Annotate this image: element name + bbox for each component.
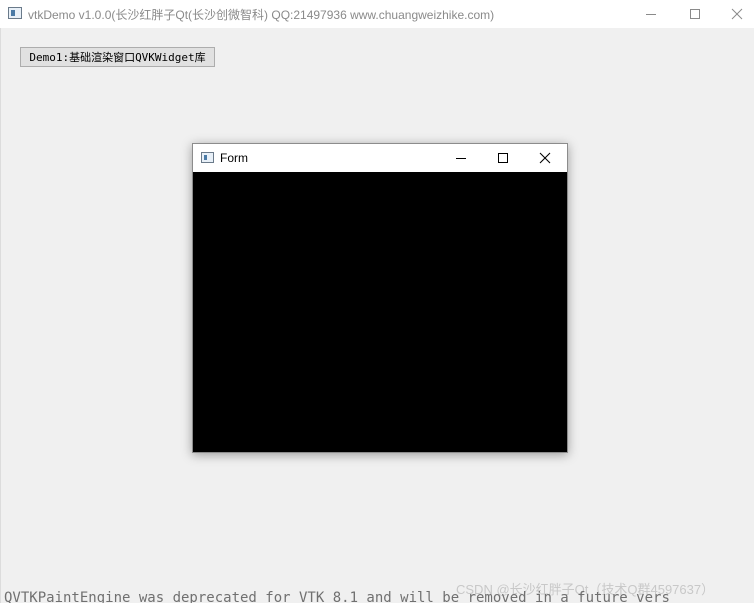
vtk-render-area[interactable]	[193, 172, 567, 452]
minimize-button[interactable]	[628, 0, 674, 28]
console-output: QVTKPaintEngine was deprecated for VTK 8…	[4, 590, 670, 603]
form-close-button[interactable]	[524, 144, 566, 172]
demo1-button[interactable]: Demo1:基础渲染窗口QVKWidget库	[20, 47, 215, 67]
close-icon	[731, 8, 743, 20]
form-title: Form	[220, 151, 248, 165]
main-window: vtkDemo v1.0.0(长沙红胖子Qt(长沙创微智科) QQ:214979…	[0, 0, 754, 603]
minimize-icon	[646, 14, 656, 15]
app-window-icon	[201, 152, 214, 163]
form-minimize-button[interactable]	[440, 144, 482, 172]
maximize-icon	[690, 9, 700, 19]
form-window[interactable]: Form	[192, 143, 568, 453]
form-titlebar[interactable]: Form	[193, 144, 567, 172]
maximize-button[interactable]	[672, 0, 718, 28]
close-button[interactable]	[714, 0, 754, 28]
main-window-title: vtkDemo v1.0.0(长沙红胖子Qt(长沙创微智科) QQ:214979…	[28, 8, 495, 22]
minimize-icon	[456, 158, 466, 159]
form-maximize-button[interactable]	[482, 144, 524, 172]
maximize-icon	[498, 153, 508, 163]
main-titlebar[interactable]: vtkDemo v1.0.0(长沙红胖子Qt(长沙创微智科) QQ:214979…	[0, 0, 754, 28]
window-left-border	[0, 28, 1, 603]
close-icon	[539, 152, 551, 164]
app-window-icon	[8, 7, 22, 19]
